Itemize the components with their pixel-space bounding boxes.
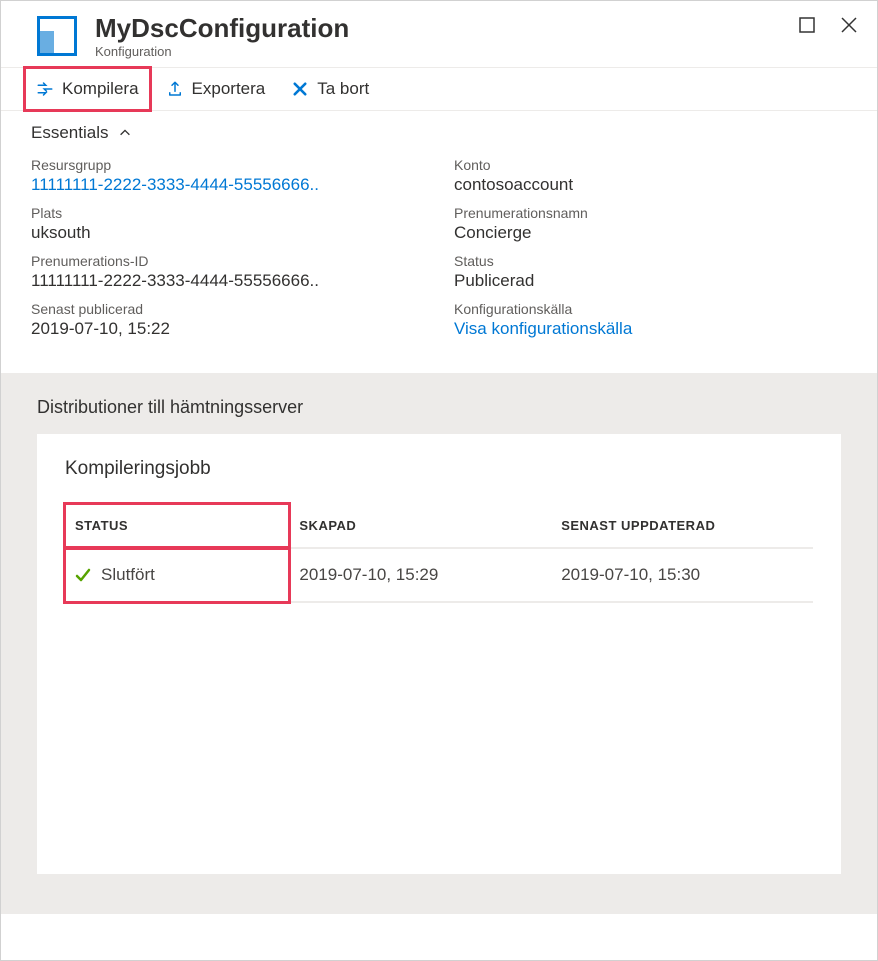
subscription-id-value: 11111111-2222-3333-4444-55556666.. — [31, 271, 424, 291]
subscription-name-value: Concierge — [454, 223, 847, 243]
export-icon — [166, 80, 184, 98]
column-header-updated[interactable]: SENAST UPPDATERAD — [551, 504, 813, 548]
last-published-label: Senast publicerad — [31, 301, 424, 317]
configuration-icon — [37, 16, 77, 56]
column-header-status[interactable]: STATUS — [65, 504, 289, 548]
status-label: Status — [454, 253, 847, 269]
section-title: Distributioner till hämtningsserver — [37, 397, 841, 418]
card-title: Kompileringsjobb — [65, 458, 813, 480]
row-status: Slutfört — [101, 565, 155, 585]
config-source-label: Konfigurationskälla — [454, 301, 847, 317]
deployments-section: Distributioner till hämtningsserver Komp… — [1, 373, 877, 914]
essentials-section: Essentials Resursgrupp 11111111-2222-333… — [1, 111, 877, 373]
close-icon[interactable] — [839, 15, 859, 35]
compile-icon — [36, 80, 54, 98]
chevron-up-icon — [118, 126, 132, 140]
restore-window-icon[interactable] — [797, 15, 817, 35]
compile-jobs-table: STATUS SKAPAD SENAST UPPDATERAD Slutfört — [65, 504, 813, 603]
subscription-name-label: Prenumerationsnamn — [454, 205, 847, 221]
status-value: Publicerad — [454, 271, 847, 291]
resource-group-label: Resursgrupp — [31, 157, 424, 173]
account-label: Konto — [454, 157, 847, 173]
delete-icon — [291, 80, 309, 98]
location-label: Plats — [31, 205, 424, 221]
account-value: contosoaccount — [454, 175, 847, 195]
config-source-link[interactable]: Visa konfigurationskälla — [454, 319, 847, 339]
subscription-id-label: Prenumerations-ID — [31, 253, 424, 269]
column-header-created[interactable]: SKAPAD — [289, 504, 551, 548]
essentials-toggle[interactable]: Essentials — [31, 123, 847, 143]
checkmark-icon — [75, 567, 91, 583]
row-updated: 2019-07-10, 15:30 — [551, 548, 813, 602]
resource-group-link[interactable]: 11111111-2222-3333-4444-55556666.. — [31, 175, 424, 195]
page-title: MyDscConfiguration — [95, 13, 349, 44]
export-button[interactable]: Exportera — [156, 68, 276, 110]
compile-jobs-card: Kompileringsjobb STATUS SKAPAD SENAST UP… — [37, 434, 841, 874]
row-created: 2019-07-10, 15:29 — [289, 548, 551, 602]
last-published-value: 2019-07-10, 15:22 — [31, 319, 424, 339]
table-row[interactable]: Slutfört 2019-07-10, 15:29 2019-07-10, 1… — [65, 548, 813, 602]
delete-button[interactable]: Ta bort — [281, 68, 379, 110]
compile-button[interactable]: Kompilera — [25, 68, 150, 110]
page-subtitle: Konfiguration — [95, 44, 349, 59]
blade-header: MyDscConfiguration Konfiguration — [1, 1, 877, 67]
location-value: uksouth — [31, 223, 424, 243]
toolbar: Kompilera Exportera Ta bort — [1, 67, 877, 111]
